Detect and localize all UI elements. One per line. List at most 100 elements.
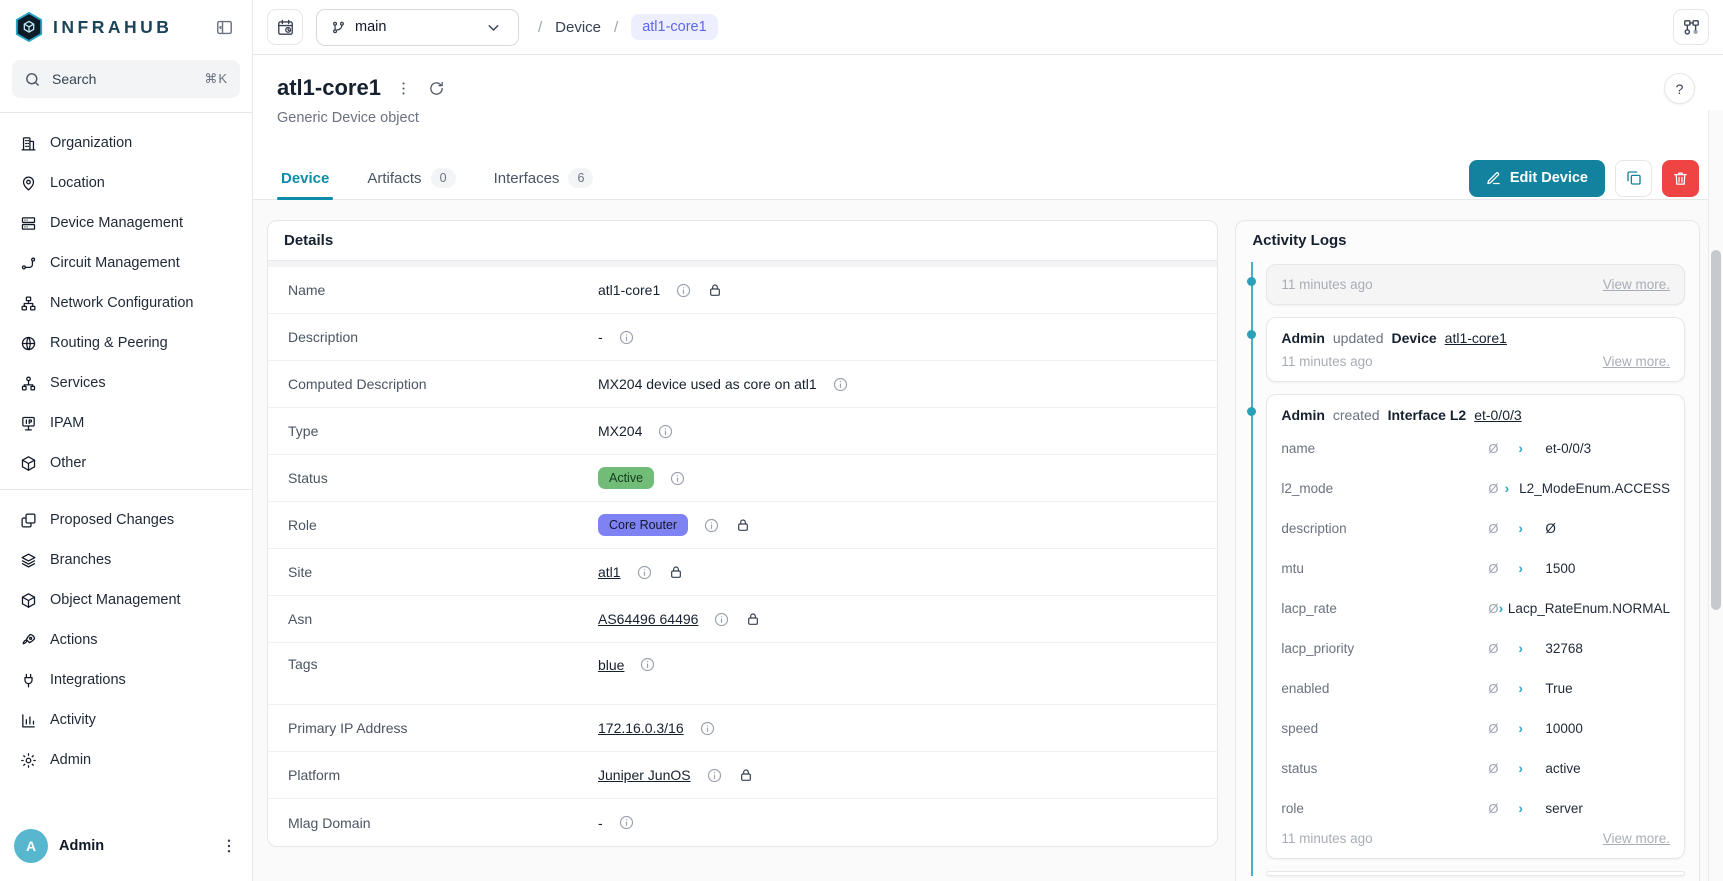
info-icon[interactable] [713, 611, 730, 628]
circuit-management-icon [20, 255, 37, 272]
breadcrumb-device[interactable]: Device [555, 19, 601, 36]
detail-row: Role Core Router [268, 502, 1217, 549]
info-icon[interactable] [639, 656, 656, 673]
attribute-value: L2_ModeEnum.ACCESS [1519, 481, 1670, 496]
log-attribute-row: l2_mode Ø › L2_ModeEnum.ACCESS [1281, 468, 1670, 508]
sidebar-item[interactable]: Network Configuration [12, 283, 240, 323]
view-more-link[interactable]: View more. [1603, 277, 1670, 292]
null-symbol: Ø [1488, 441, 1518, 456]
log-timestamp: 11 minutes ago [1281, 831, 1372, 846]
breadcrumb-current[interactable]: atl1-core1 [631, 14, 717, 40]
null-symbol: Ø [1488, 521, 1518, 536]
null-symbol: Ø [1488, 681, 1518, 696]
sidebar-item[interactable]: Organization [12, 123, 240, 163]
attribute-name: description [1281, 521, 1488, 536]
edit-device-button[interactable]: Edit Device [1469, 160, 1605, 197]
log-actor: Admin [1281, 407, 1325, 423]
sidebar-item[interactable]: Admin [12, 740, 240, 780]
info-icon[interactable] [699, 720, 716, 737]
schema-button[interactable] [1673, 9, 1709, 45]
branch-selector[interactable]: main [316, 9, 519, 46]
search-input[interactable]: Search ⌘K [12, 60, 240, 98]
tab[interactable]: Device [277, 157, 333, 199]
activity-logs-title: Activity Logs [1236, 221, 1699, 260]
branch-dropdown-toggle[interactable] [469, 10, 518, 45]
refresh-button[interactable] [426, 78, 447, 99]
detail-label: Description [288, 329, 598, 345]
pencil-icon [1486, 171, 1501, 186]
page-title: atl1-core1 [277, 75, 381, 101]
info-icon[interactable] [703, 517, 720, 534]
attribute-value: Ø [1545, 521, 1556, 536]
avatar: A [14, 829, 48, 863]
sidebar-item[interactable]: Other [12, 443, 240, 483]
info-icon[interactable] [832, 376, 849, 393]
info-icon[interactable] [618, 329, 635, 346]
log-attribute-row: lacp_priority Ø › 32768 [1281, 628, 1670, 668]
sidebar-item[interactable]: Actions [12, 620, 240, 660]
info-icon[interactable] [706, 767, 723, 784]
sidebar-item[interactable]: Proposed Changes [12, 500, 240, 540]
sidebar-item-label: Network Configuration [50, 295, 193, 311]
sidebar-item-label: Proposed Changes [50, 512, 174, 528]
sidebar-item[interactable]: Device Management [12, 203, 240, 243]
view-more-link[interactable]: View more. [1603, 831, 1670, 846]
search-icon [24, 71, 41, 88]
branch-name: main [355, 19, 386, 35]
sidebar-item[interactable]: Services [12, 363, 240, 403]
info-icon[interactable] [669, 470, 686, 487]
sidebar-item-label: Location [50, 175, 105, 191]
lock-icon [707, 282, 723, 298]
activity-log-card: View more. [1266, 871, 1685, 876]
user-options-button[interactable] [220, 837, 238, 855]
object-options-button[interactable] [393, 78, 414, 99]
user-menu[interactable]: A Admin [12, 815, 240, 881]
sidebar-collapse-button[interactable] [210, 13, 238, 41]
info-icon[interactable] [657, 423, 674, 440]
clone-object-button[interactable] [1615, 160, 1652, 197]
view-more-link[interactable]: View more. [1603, 354, 1670, 369]
sidebar-item-label: Actions [50, 632, 98, 648]
sidebar-item[interactable]: Branches [12, 540, 240, 580]
log-attributes: name Ø › et-0/0/3 l2_mode Ø [1281, 428, 1670, 828]
sidebar-item[interactable]: IPAM [12, 403, 240, 443]
tab[interactable]: Artifacts 0 [363, 157, 459, 199]
chevron-right-icon: › [1518, 640, 1545, 656]
attribute-name: enabled [1281, 681, 1488, 696]
sidebar-item[interactable]: Routing & Peering [12, 323, 240, 363]
log-object-link[interactable]: et-0/0/3 [1474, 407, 1521, 423]
lock-icon [735, 517, 751, 533]
sidebar-item[interactable]: Activity [12, 700, 240, 740]
integrations-icon [20, 672, 37, 689]
detail-row: Platform Juniper JunOS [268, 752, 1217, 799]
copy-object-icon [1625, 169, 1643, 187]
detail-label: Site [288, 564, 598, 580]
null-symbol: Ø [1488, 561, 1518, 576]
help-button[interactable]: ? [1664, 73, 1695, 104]
sidebar-item[interactable]: Object Management [12, 580, 240, 620]
detail-label: Tags [288, 656, 598, 672]
detail-value: AS64496 64496 [598, 611, 698, 627]
tab[interactable]: Interfaces 6 [490, 157, 598, 199]
detail-value: Active [598, 467, 654, 489]
services-icon [20, 375, 37, 392]
info-icon[interactable] [675, 282, 692, 299]
info-icon[interactable] [618, 814, 635, 831]
detail-value: blue [598, 657, 624, 673]
log-attribute-row: speed Ø › 10000 [1281, 708, 1670, 748]
info-icon[interactable] [636, 564, 653, 581]
detail-label: Type [288, 423, 598, 439]
detail-row: Computed Description MX204 device used a… [268, 361, 1217, 408]
sidebar-item[interactable]: Location [12, 163, 240, 203]
null-symbol: Ø [1488, 481, 1504, 496]
time-travel-button[interactable] [267, 9, 303, 45]
kebab-menu-icon [220, 837, 238, 855]
sidebar-item[interactable]: Integrations [12, 660, 240, 700]
sidebar-item[interactable]: Circuit Management [12, 243, 240, 283]
attribute-value: 1500 [1545, 561, 1575, 576]
delete-object-button[interactable] [1662, 160, 1699, 197]
scrollbar-thumb[interactable] [1711, 250, 1721, 610]
attribute-name: speed [1281, 721, 1488, 736]
log-object-link[interactable]: atl1-core1 [1445, 330, 1507, 346]
null-symbol: Ø [1488, 601, 1498, 616]
